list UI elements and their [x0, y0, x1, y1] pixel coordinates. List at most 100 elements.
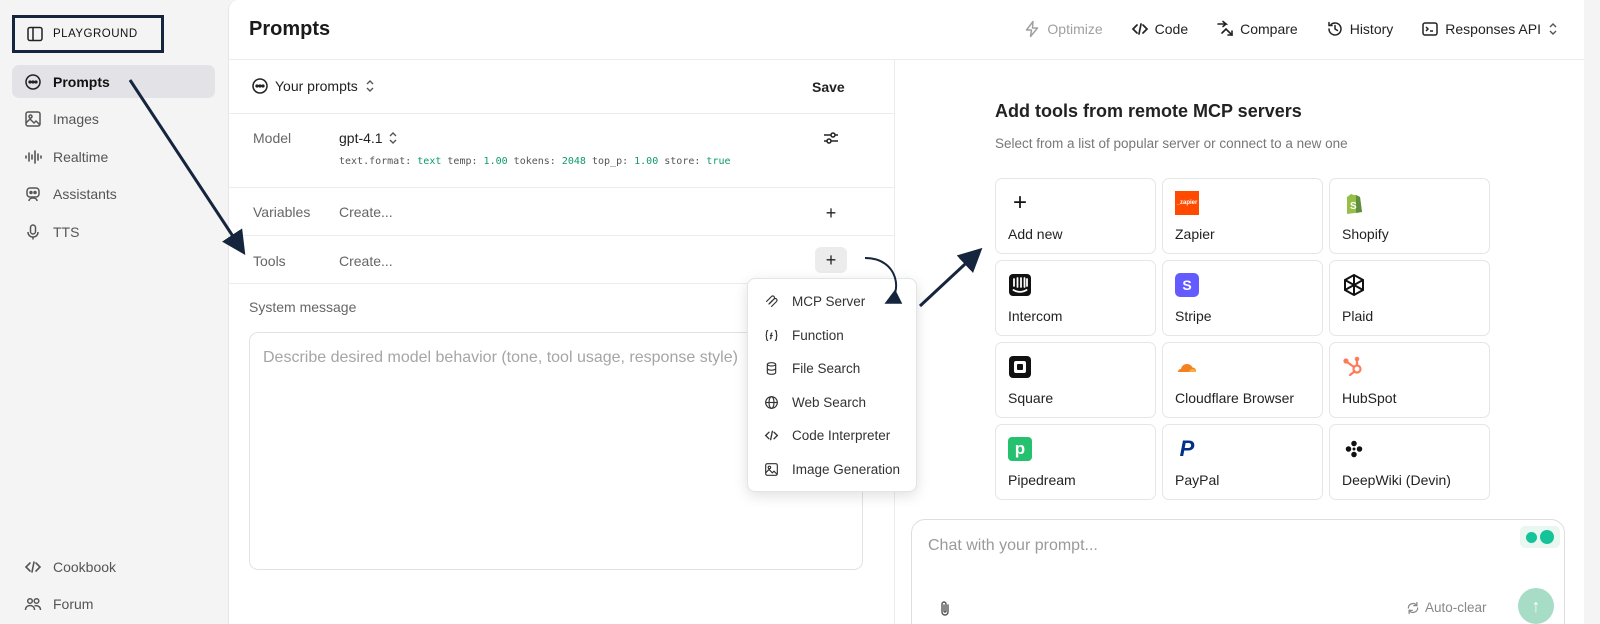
hubspot-logo: [1342, 355, 1366, 379]
mcp-tile-pipedream[interactable]: p Pipedream: [995, 424, 1156, 500]
variables-label: Variables: [253, 204, 311, 220]
mcp-title: Add tools from remote MCP servers: [995, 101, 1302, 121]
arrow-up-icon: ↑: [1531, 595, 1541, 616]
database-icon: [762, 360, 780, 378]
chat-input[interactable]: Chat with your prompt... Auto-clear ↑: [911, 519, 1565, 624]
history-button[interactable]: History: [1326, 20, 1394, 38]
variables-row: Variables Create... +: [229, 188, 895, 236]
mcp-tile-deepwiki[interactable]: DeepWiki (Devin): [1329, 424, 1490, 500]
mcp-tile-square[interactable]: Square: [995, 342, 1156, 418]
robot-icon: [24, 185, 42, 203]
plaid-logo: [1342, 273, 1366, 297]
system-message-label: System message: [249, 299, 357, 315]
square-logo: [1008, 355, 1032, 379]
sidebar-item-label: TTS: [53, 223, 80, 240]
menu-item-label: MCP Server: [792, 294, 866, 310]
save-button[interactable]: Save: [812, 79, 845, 95]
image-icon: [24, 110, 42, 128]
add-variable-button[interactable]: +: [815, 200, 847, 226]
pipedream-logo: p: [1008, 437, 1032, 461]
code-icon: [762, 427, 780, 445]
param-key: temp:: [447, 156, 478, 167]
playground-toggle[interactable]: PLAYGROUND: [12, 15, 164, 53]
brand-label: PLAYGROUND: [53, 28, 138, 40]
chevron-updown-icon: [1547, 20, 1559, 38]
param-value: true: [706, 156, 731, 167]
model-label: Model: [253, 130, 292, 146]
compare-button[interactable]: Compare: [1216, 20, 1298, 38]
sidebar-nav: Prompts Images Realtime Assistants TTS: [12, 65, 215, 253]
grammar-assistant-badge[interactable]: [1520, 526, 1560, 548]
prompt-selector[interactable]: Your prompts: [251, 77, 376, 95]
chat-bubble-icon: [24, 73, 42, 91]
menu-item-file-search[interactable]: File Search: [748, 352, 916, 386]
menu-item-label: Image Generation: [792, 461, 901, 477]
tools-create[interactable]: Create...: [339, 253, 393, 269]
mcp-tile-cloudflare-browser[interactable]: Cloudflare Browser: [1162, 342, 1323, 418]
image-icon: [762, 460, 780, 478]
menu-item-web-search[interactable]: Web Search: [748, 386, 916, 420]
auto-clear-toggle[interactable]: Auto-clear: [1406, 600, 1487, 615]
sidebar-item-realtime[interactable]: Realtime: [12, 140, 215, 173]
mcp-tile-paypal[interactable]: P PayPal: [1162, 424, 1323, 500]
prompt-selector-label: Your prompts: [275, 78, 358, 94]
menu-item-function[interactable]: Function: [748, 319, 916, 353]
tile-label: Plaid: [1342, 308, 1374, 324]
mcp-tile-zapier[interactable]: _zapier Zapier: [1162, 178, 1323, 254]
top-actions: Optimize Code Compare History Responses …: [1023, 20, 1559, 38]
optimize-label: Optimize: [1047, 21, 1103, 37]
sidebar-item-assistants[interactable]: Assistants: [12, 178, 215, 211]
main-panel: Prompts Optimize Code Compare History Re…: [228, 0, 1585, 624]
sidebar-item-cookbook[interactable]: Cookbook: [12, 550, 215, 583]
menu-item-mcp-server[interactable]: MCP Server: [748, 285, 916, 319]
sliders-icon: [822, 129, 840, 147]
tile-label: DeepWiki (Devin): [1342, 472, 1451, 488]
tile-label: Add new: [1008, 226, 1063, 242]
send-button[interactable]: ↑: [1518, 588, 1554, 624]
model-selector[interactable]: gpt-4.1: [339, 129, 399, 147]
param-key: text.format:: [339, 156, 412, 167]
menu-item-image-generation[interactable]: Image Generation: [748, 453, 916, 487]
mcp-tile-plaid[interactable]: Plaid: [1329, 260, 1490, 336]
plus-icon: +: [825, 202, 837, 223]
sidebar-item-tts[interactable]: TTS: [12, 215, 215, 248]
variables-create[interactable]: Create...: [339, 204, 393, 220]
tile-label: Zapier: [1175, 226, 1215, 242]
mcp-tile-hubspot[interactable]: HubSpot: [1329, 342, 1490, 418]
param-value: 1.00: [634, 156, 659, 167]
param-key: top_p:: [591, 156, 629, 167]
waveform-icon: [24, 148, 42, 166]
mcp-tile-intercom[interactable]: Intercom: [995, 260, 1156, 336]
mcp-tile-add-new[interactable]: + Add new: [995, 178, 1156, 254]
sidebar-item-label: Realtime: [53, 148, 109, 165]
model-settings-button[interactable]: [815, 125, 847, 151]
add-tool-button[interactable]: +: [815, 247, 847, 273]
compare-label: Compare: [1240, 21, 1298, 37]
globe-icon: [762, 393, 780, 411]
function-icon: [762, 326, 780, 344]
mcp-tile-stripe[interactable]: S Stripe: [1162, 260, 1323, 336]
sidebar: PLAYGROUND Prompts Images Realtime Assis…: [0, 0, 228, 624]
api-selector[interactable]: Responses API: [1421, 20, 1559, 38]
mcp-tile-shopify[interactable]: S Shopify: [1329, 178, 1490, 254]
mcp-server-grid: + Add new _zapier Zapier S Shopify Inter: [995, 178, 1490, 500]
param-value: 1.00: [483, 156, 508, 167]
attach-button[interactable]: [936, 600, 954, 623]
people-icon: [24, 595, 42, 613]
sidebar-item-label: Cookbook: [53, 558, 117, 575]
menu-item-code-interpreter[interactable]: Code Interpreter: [748, 419, 916, 453]
stripe-logo-text: S: [1182, 277, 1192, 293]
code-button[interactable]: Code: [1131, 20, 1188, 38]
optimize-button[interactable]: Optimize: [1023, 20, 1103, 38]
history-label: History: [1349, 21, 1394, 37]
compare-icon: [1216, 20, 1234, 38]
model-params: text.format: text temp: 1.00 tokens: 204…: [339, 156, 731, 167]
refresh-icon: [1406, 601, 1420, 615]
sidebar-item-images[interactable]: Images: [12, 103, 215, 136]
tile-label: HubSpot: [1342, 390, 1397, 406]
microphone-icon: [24, 223, 42, 241]
pipedream-logo-text: p: [1014, 439, 1026, 458]
sidebar-item-forum[interactable]: Forum: [12, 588, 215, 621]
stripe-logo: S: [1175, 273, 1199, 297]
sidebar-item-prompts[interactable]: Prompts: [12, 65, 215, 98]
